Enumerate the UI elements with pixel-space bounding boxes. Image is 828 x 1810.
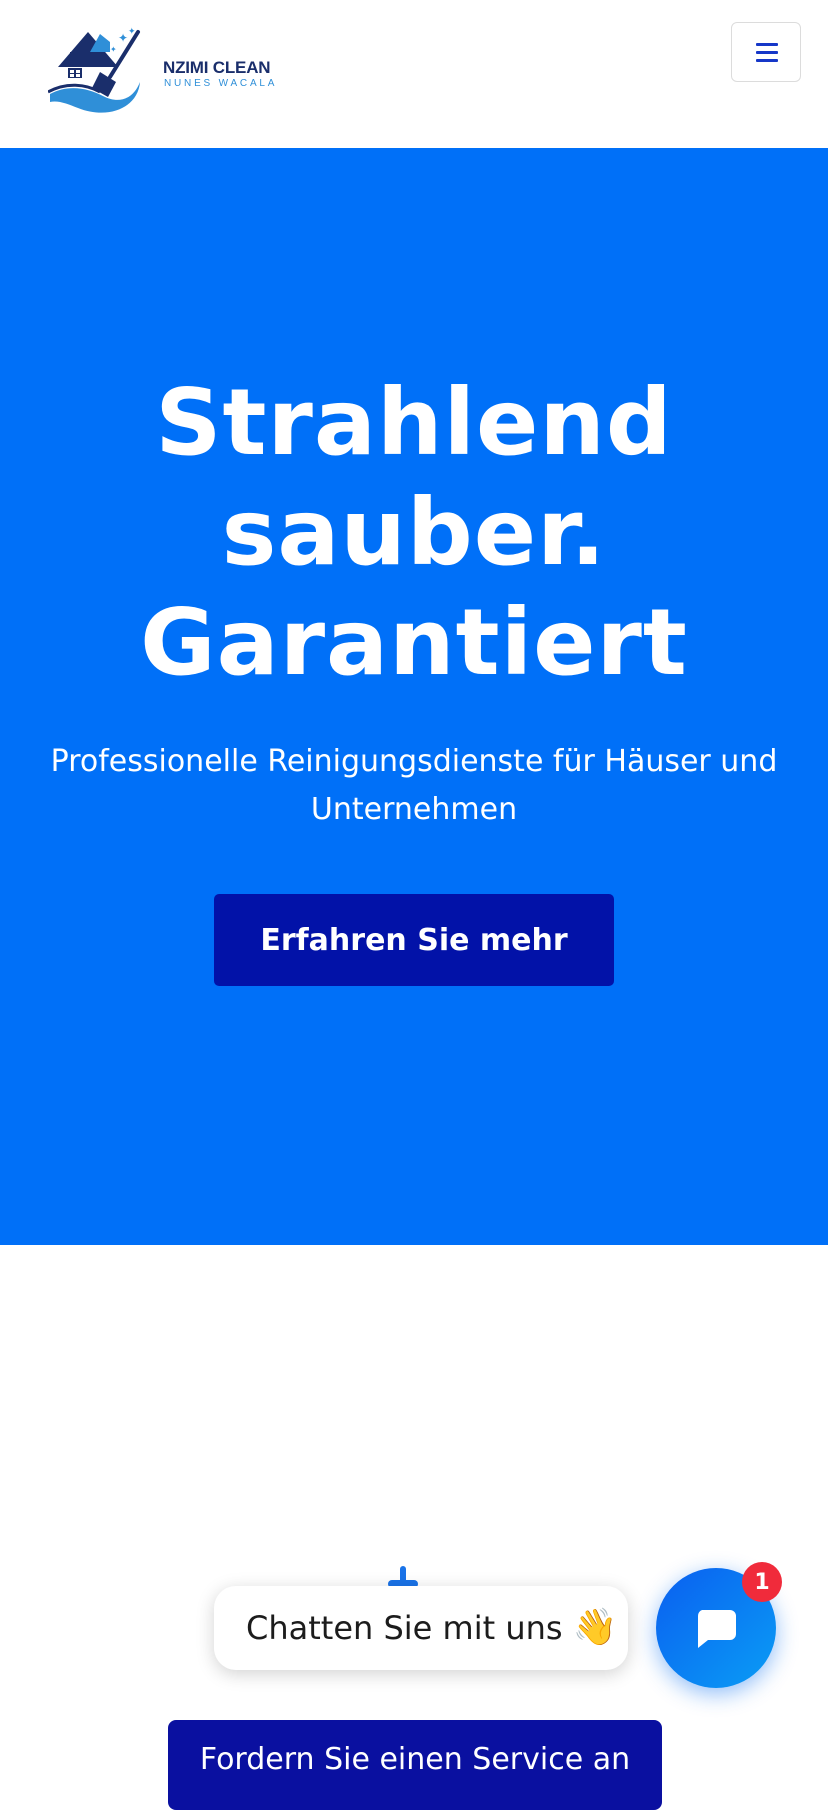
hamburger-icon [756, 43, 778, 63]
logo-mark-icon: ✦ ✦ ✦ [48, 27, 140, 113]
hero-title-line: Strahlend [155, 369, 673, 476]
waving-hand-icon: 👋 [572, 1607, 618, 1648]
chat-prompt-label: Chatten Sie mit uns [246, 1609, 563, 1647]
notification-badge: 1 [742, 1562, 782, 1602]
request-service-button[interactable]: Fordern Sie einen Service an [168, 1720, 662, 1810]
hero-title-line: Garantiert [140, 589, 688, 696]
site-header: ✦ ✦ ✦ NZIMI CLEAN NUNES WACALA [0, 0, 828, 148]
chat-prompt-bubble[interactable]: Chatten Sie mit uns 👋 [214, 1586, 628, 1670]
chat-icon [697, 1610, 736, 1648]
svg-text:✦: ✦ [110, 45, 117, 54]
hero-title-line: sauber. [221, 479, 607, 586]
hero-section: Strahlend sauber. Garantiert Professione… [0, 148, 828, 1245]
svg-text:✦: ✦ [118, 31, 128, 45]
logo-title: NZIMI CLEAN [163, 58, 271, 77]
menu-button[interactable] [731, 22, 801, 82]
learn-more-button[interactable]: Erfahren Sie mehr [214, 894, 614, 986]
hero-subtitle: Professionelle Reinigungsdienste für Häu… [50, 744, 778, 827]
svg-text:✦: ✦ [128, 27, 136, 37]
logo-subtitle: NUNES WACALA [164, 78, 278, 89]
logo[interactable]: ✦ ✦ ✦ NZIMI CLEAN NUNES WACALA [48, 22, 278, 122]
hero-title: Strahlend sauber. Garantiert [0, 368, 828, 698]
